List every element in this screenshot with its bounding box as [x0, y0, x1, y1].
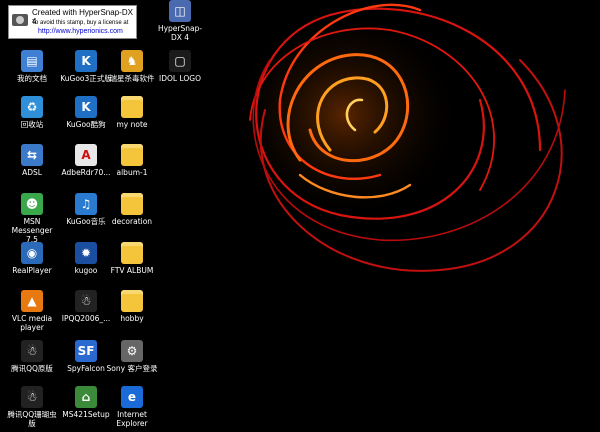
folder-icon: [121, 290, 143, 312]
desktop-icon-label: my note: [116, 120, 148, 129]
desktop-icon[interactable]: album-1: [106, 144, 158, 177]
folder-icon: [121, 242, 143, 264]
desktop-icon[interactable]: my note: [106, 96, 158, 129]
realplayer-icon: ◉: [21, 242, 43, 264]
desktop-icon[interactable]: e Internet Explorer: [106, 386, 158, 428]
kugoo-shortcut-icon: ✹: [75, 242, 97, 264]
desktop-icon-label: Internet Explorer: [116, 410, 148, 428]
desktop-icon[interactable]: hobby: [106, 290, 158, 323]
msn-messenger-icon: ☻: [21, 193, 43, 215]
desktop-icon-label: IPQQ2006_...: [61, 314, 111, 323]
vlc-cone-icon: ▲: [21, 290, 43, 312]
desktop-icon-label: VLC media player: [11, 314, 53, 332]
my-documents-icon: ▤: [21, 50, 43, 72]
stamp-url[interactable]: http://www.hyperionics.com: [38, 28, 123, 35]
desktop-icon-label: decoration: [111, 217, 153, 226]
desktop-icon[interactable]: decoration: [106, 193, 158, 226]
desktop-icon-label: ADSL: [22, 168, 42, 177]
hypersnap-stamp[interactable]: Created with HyperSnap-DX 4 To avoid thi…: [8, 5, 137, 39]
desktop-icon[interactable]: ⚙ Sony 客户登录: [106, 340, 158, 373]
desktop-icon[interactable]: ♞ 瑞星杀毒软件: [106, 50, 158, 83]
desktop-icon[interactable]: ▤ 我的文档: [6, 50, 58, 83]
desktop-icon[interactable]: A AdbeRdr70...: [60, 144, 112, 177]
spyfalcon-icon: SF: [75, 340, 97, 362]
folder-icon: [121, 193, 143, 215]
desktop-icon-label: album-1: [116, 168, 148, 177]
desktop-icon[interactable]: ✹ kugoo: [60, 242, 112, 275]
desktop-icon-label: RealPlayer: [12, 266, 52, 275]
desktop-icon-label: KuGoo音乐: [66, 217, 106, 226]
desktop-icon-label: hobby: [120, 314, 144, 323]
kugoo-icon: K: [75, 50, 97, 72]
desktop-icon-label: KuGoo酷狗: [66, 120, 106, 129]
hypersnap-icon: ◫: [169, 0, 191, 22]
adobe-reader-icon: A: [75, 144, 97, 166]
internet-explorer-icon: e: [121, 386, 143, 408]
desktop-icon[interactable]: ▢ IDOL LOGO: [154, 50, 206, 83]
qq-penguin-icon: ☃: [21, 340, 43, 362]
folder-icon: [121, 144, 143, 166]
idol-logo-icon: ▢: [169, 50, 191, 72]
desktop-icon-label: HyperSnap-DX 4: [157, 24, 203, 42]
sony-client-icon: ⚙: [121, 340, 143, 362]
kugoo-icon: K: [75, 96, 97, 118]
folder-icon: [121, 96, 143, 118]
desktop-icon[interactable]: FTV ALBUM: [106, 242, 158, 275]
desktop-icon-label: 腾讯QQ原版: [11, 364, 53, 373]
desktop-icon-label: MSN Messenger 7.5: [11, 217, 53, 244]
desktop-icon-label: SpyFalcon: [67, 364, 105, 373]
desktop-icon-label: FTV ALBUM: [110, 266, 154, 275]
desktop-icon-label: kugoo: [74, 266, 98, 275]
desktop-icon[interactable]: ☃ 腾讯QQ原版: [6, 340, 58, 373]
stamp-notice: To avoid this stamp, buy a license at: [32, 20, 129, 26]
desktop-icon[interactable]: ◉ RealPlayer: [6, 242, 58, 275]
desktop-icon[interactable]: SF SpyFalcon: [60, 340, 112, 373]
desktop-icon-label: 腾讯QQ珊瑚虫版: [7, 410, 57, 428]
desktop-icon[interactable]: K KuGoo酷狗: [60, 96, 112, 129]
desktop-icon-label: AdbeRdr70...: [61, 168, 111, 177]
recycle-bin-icon: ♻: [21, 96, 43, 118]
desktop-icon-label: 我的文档: [17, 74, 47, 83]
desktop-icon[interactable]: ⌂ MS421Setup: [60, 386, 112, 419]
rising-antivirus-icon: ♞: [121, 50, 143, 72]
desktop-icon-label: Sony 客户登录: [106, 364, 158, 373]
desktop-icon-label: IDOL LOGO: [159, 74, 201, 83]
desktop-icon-label: 回收站: [20, 120, 44, 129]
desktop-icon-label: 瑞星杀毒软件: [109, 74, 155, 83]
camera-icon: [12, 14, 28, 26]
network-connection-icon: ⇆: [21, 144, 43, 166]
qq-penguin-icon: ☃: [21, 386, 43, 408]
desktop-icon[interactable]: ▲ VLC media player: [6, 290, 58, 332]
desktop-icon[interactable]: ☃ 腾讯QQ珊瑚虫版: [6, 386, 58, 428]
desktop-icon[interactable]: ◫ HyperSnap-DX 4: [154, 0, 206, 42]
desktop-icon[interactable]: K KuGoo3正式版: [60, 50, 112, 83]
desktop-icon-label: KuGoo3正式版: [60, 74, 112, 83]
setup-icon: ⌂: [75, 386, 97, 408]
qq-penguin-icon: ☃: [75, 290, 97, 312]
desktop-icon[interactable]: ♻ 回收站: [6, 96, 58, 129]
desktop-icon[interactable]: ☻ MSN Messenger 7.5: [6, 193, 58, 244]
desktop-icon[interactable]: ♫ KuGoo音乐: [60, 193, 112, 226]
desktop-icon[interactable]: ☃ IPQQ2006_...: [60, 290, 112, 323]
kugoo-music-icon: ♫: [75, 193, 97, 215]
desktop-icon[interactable]: ⇆ ADSL: [6, 144, 58, 177]
desktop-icon-label: MS421Setup: [62, 410, 110, 419]
